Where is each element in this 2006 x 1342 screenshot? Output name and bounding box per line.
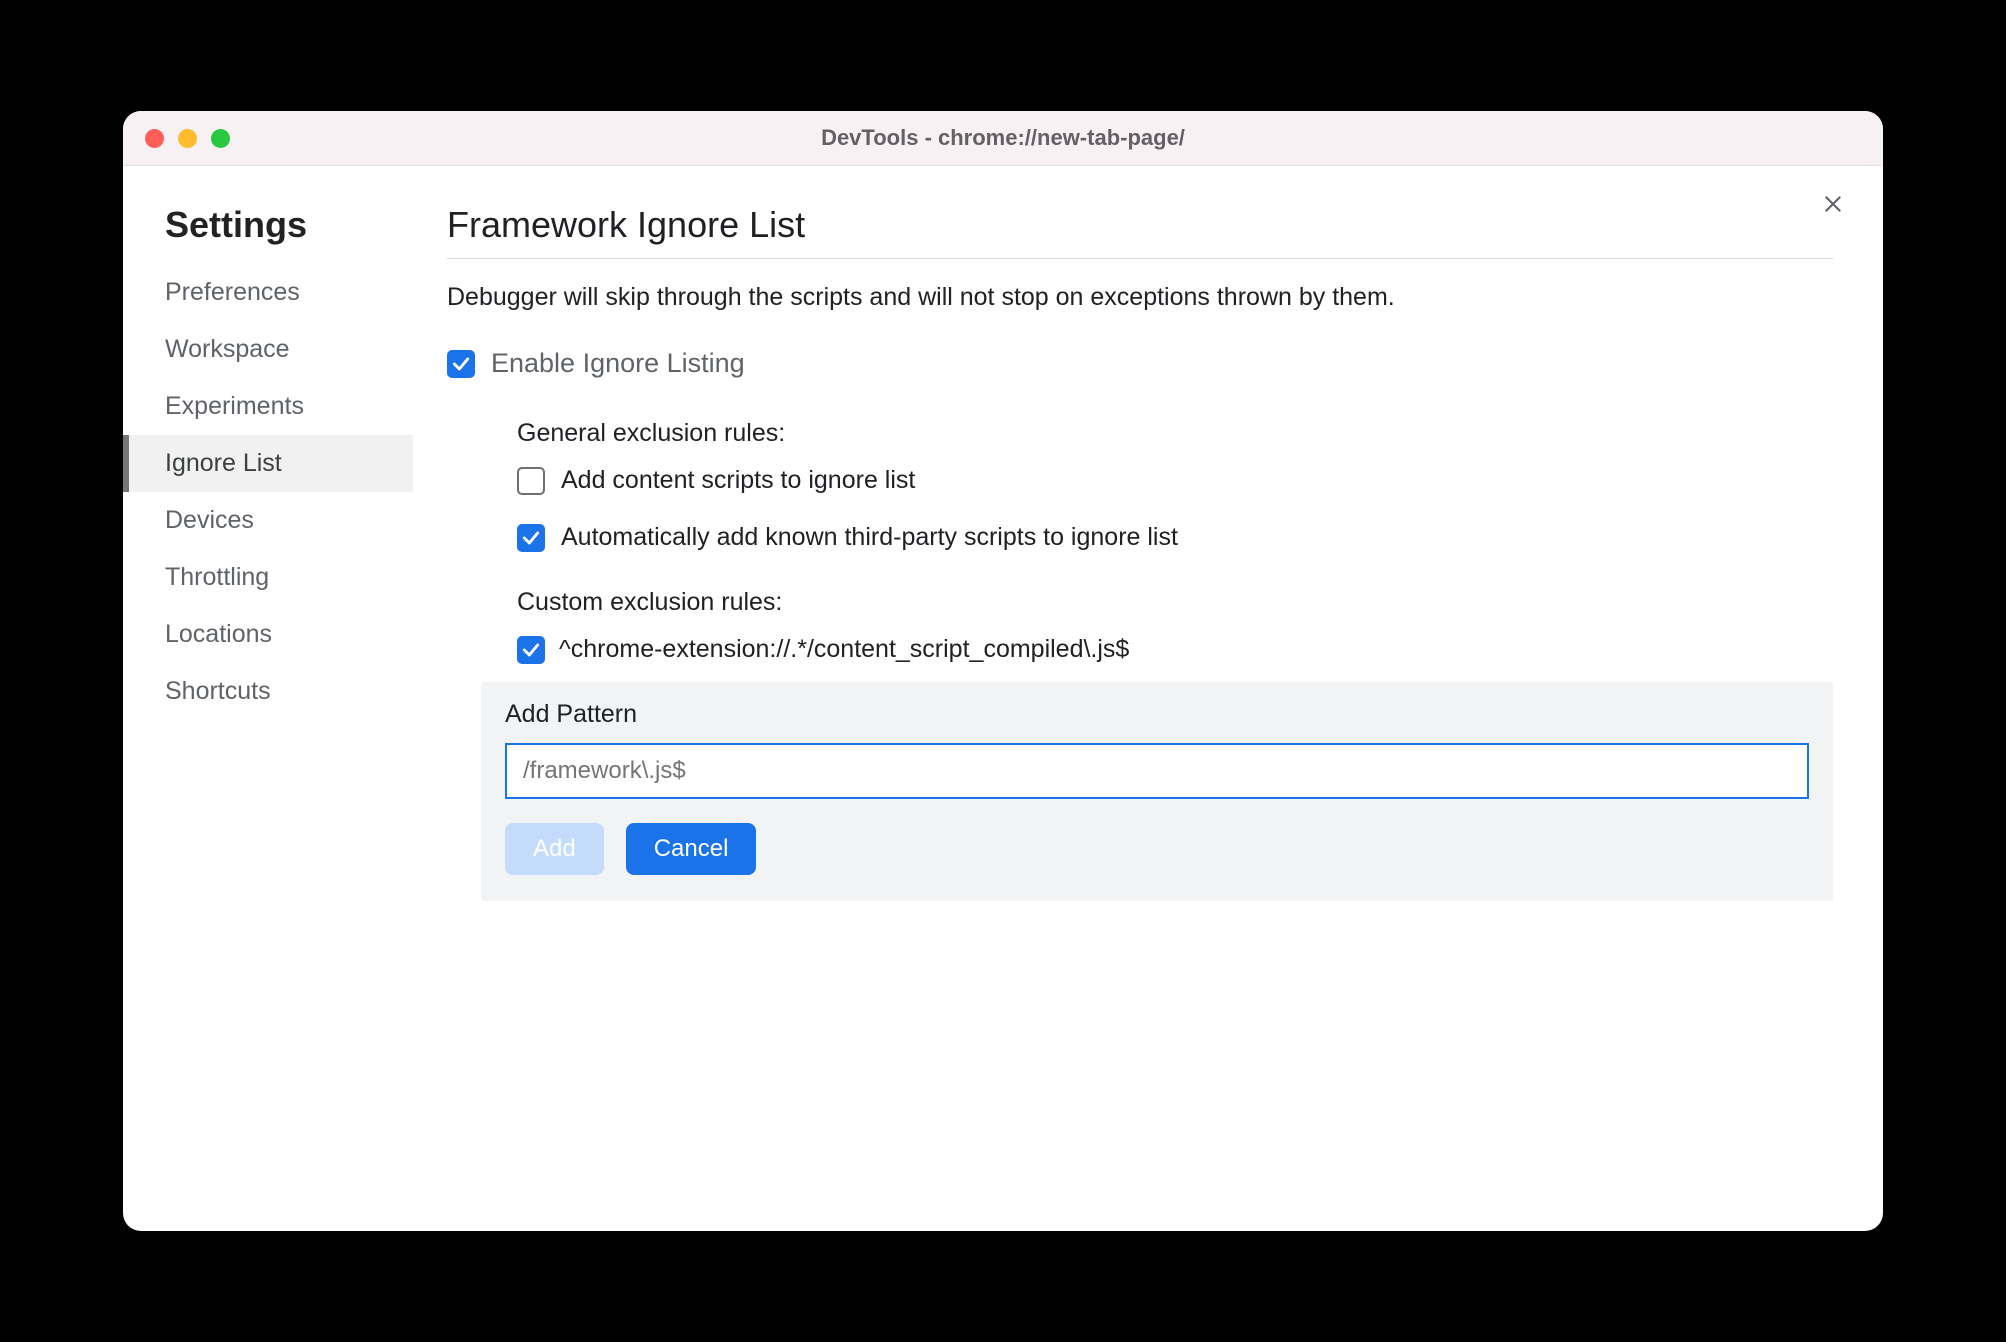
page-title: Framework Ignore List xyxy=(447,204,1833,246)
add-pattern-buttons: Add Cancel xyxy=(505,823,1809,875)
custom-rule-checkbox[interactable] xyxy=(517,636,545,664)
settings-content: Settings Preferences Workspace Experimen… xyxy=(123,166,1883,1231)
general-exclusion-section: General exclusion rules: Add content scr… xyxy=(517,419,1833,664)
sidebar-item-locations[interactable]: Locations xyxy=(123,606,413,663)
content-scripts-label: Add content scripts to ignore list xyxy=(561,466,915,495)
add-button[interactable]: Add xyxy=(505,823,604,875)
settings-main: Framework Ignore List Debugger will skip… xyxy=(413,166,1883,1231)
close-icon[interactable] xyxy=(1817,188,1849,220)
minimize-window-button[interactable] xyxy=(178,129,197,148)
sidebar-item-shortcuts[interactable]: Shortcuts xyxy=(123,663,413,720)
sidebar-heading: Settings xyxy=(123,204,413,264)
sidebar-item-devices[interactable]: Devices xyxy=(123,492,413,549)
sidebar-item-throttling[interactable]: Throttling xyxy=(123,549,413,606)
custom-rule-pattern: ^chrome-extension://.*/content_script_co… xyxy=(559,635,1129,664)
cancel-button[interactable]: Cancel xyxy=(626,823,757,875)
add-pattern-title: Add Pattern xyxy=(505,700,1809,729)
close-window-button[interactable] xyxy=(145,129,164,148)
enable-ignore-listing-label: Enable Ignore Listing xyxy=(491,348,745,379)
enable-ignore-listing-checkbox[interactable] xyxy=(447,350,475,378)
sidebar-item-ignore-list[interactable]: Ignore List xyxy=(123,435,413,492)
custom-exclusion-heading: Custom exclusion rules: xyxy=(517,588,1833,617)
traffic-lights xyxy=(145,129,230,148)
sidebar-item-workspace[interactable]: Workspace xyxy=(123,321,413,378)
pattern-input[interactable] xyxy=(505,743,1809,799)
page-description: Debugger will skip through the scripts a… xyxy=(447,283,1833,312)
divider xyxy=(447,258,1833,259)
third-party-scripts-label: Automatically add known third-party scri… xyxy=(561,523,1178,552)
third-party-scripts-row[interactable]: Automatically add known third-party scri… xyxy=(517,523,1833,552)
window-title: DevTools - chrome://new-tab-page/ xyxy=(123,125,1883,151)
custom-rule-row[interactable]: ^chrome-extension://.*/content_script_co… xyxy=(517,635,1833,664)
devtools-window: DevTools - chrome://new-tab-page/ Settin… xyxy=(123,111,1883,1231)
third-party-scripts-checkbox[interactable] xyxy=(517,524,545,552)
general-exclusion-heading: General exclusion rules: xyxy=(517,419,1833,448)
content-scripts-checkbox[interactable] xyxy=(517,467,545,495)
sidebar-item-preferences[interactable]: Preferences xyxy=(123,264,413,321)
enable-ignore-listing-row[interactable]: Enable Ignore Listing xyxy=(447,348,1833,379)
content-scripts-row[interactable]: Add content scripts to ignore list xyxy=(517,466,1833,495)
settings-sidebar: Settings Preferences Workspace Experimen… xyxy=(123,166,413,1231)
sidebar-item-experiments[interactable]: Experiments xyxy=(123,378,413,435)
titlebar: DevTools - chrome://new-tab-page/ xyxy=(123,111,1883,166)
zoom-window-button[interactable] xyxy=(211,129,230,148)
add-pattern-panel: Add Pattern Add Cancel xyxy=(481,682,1833,901)
